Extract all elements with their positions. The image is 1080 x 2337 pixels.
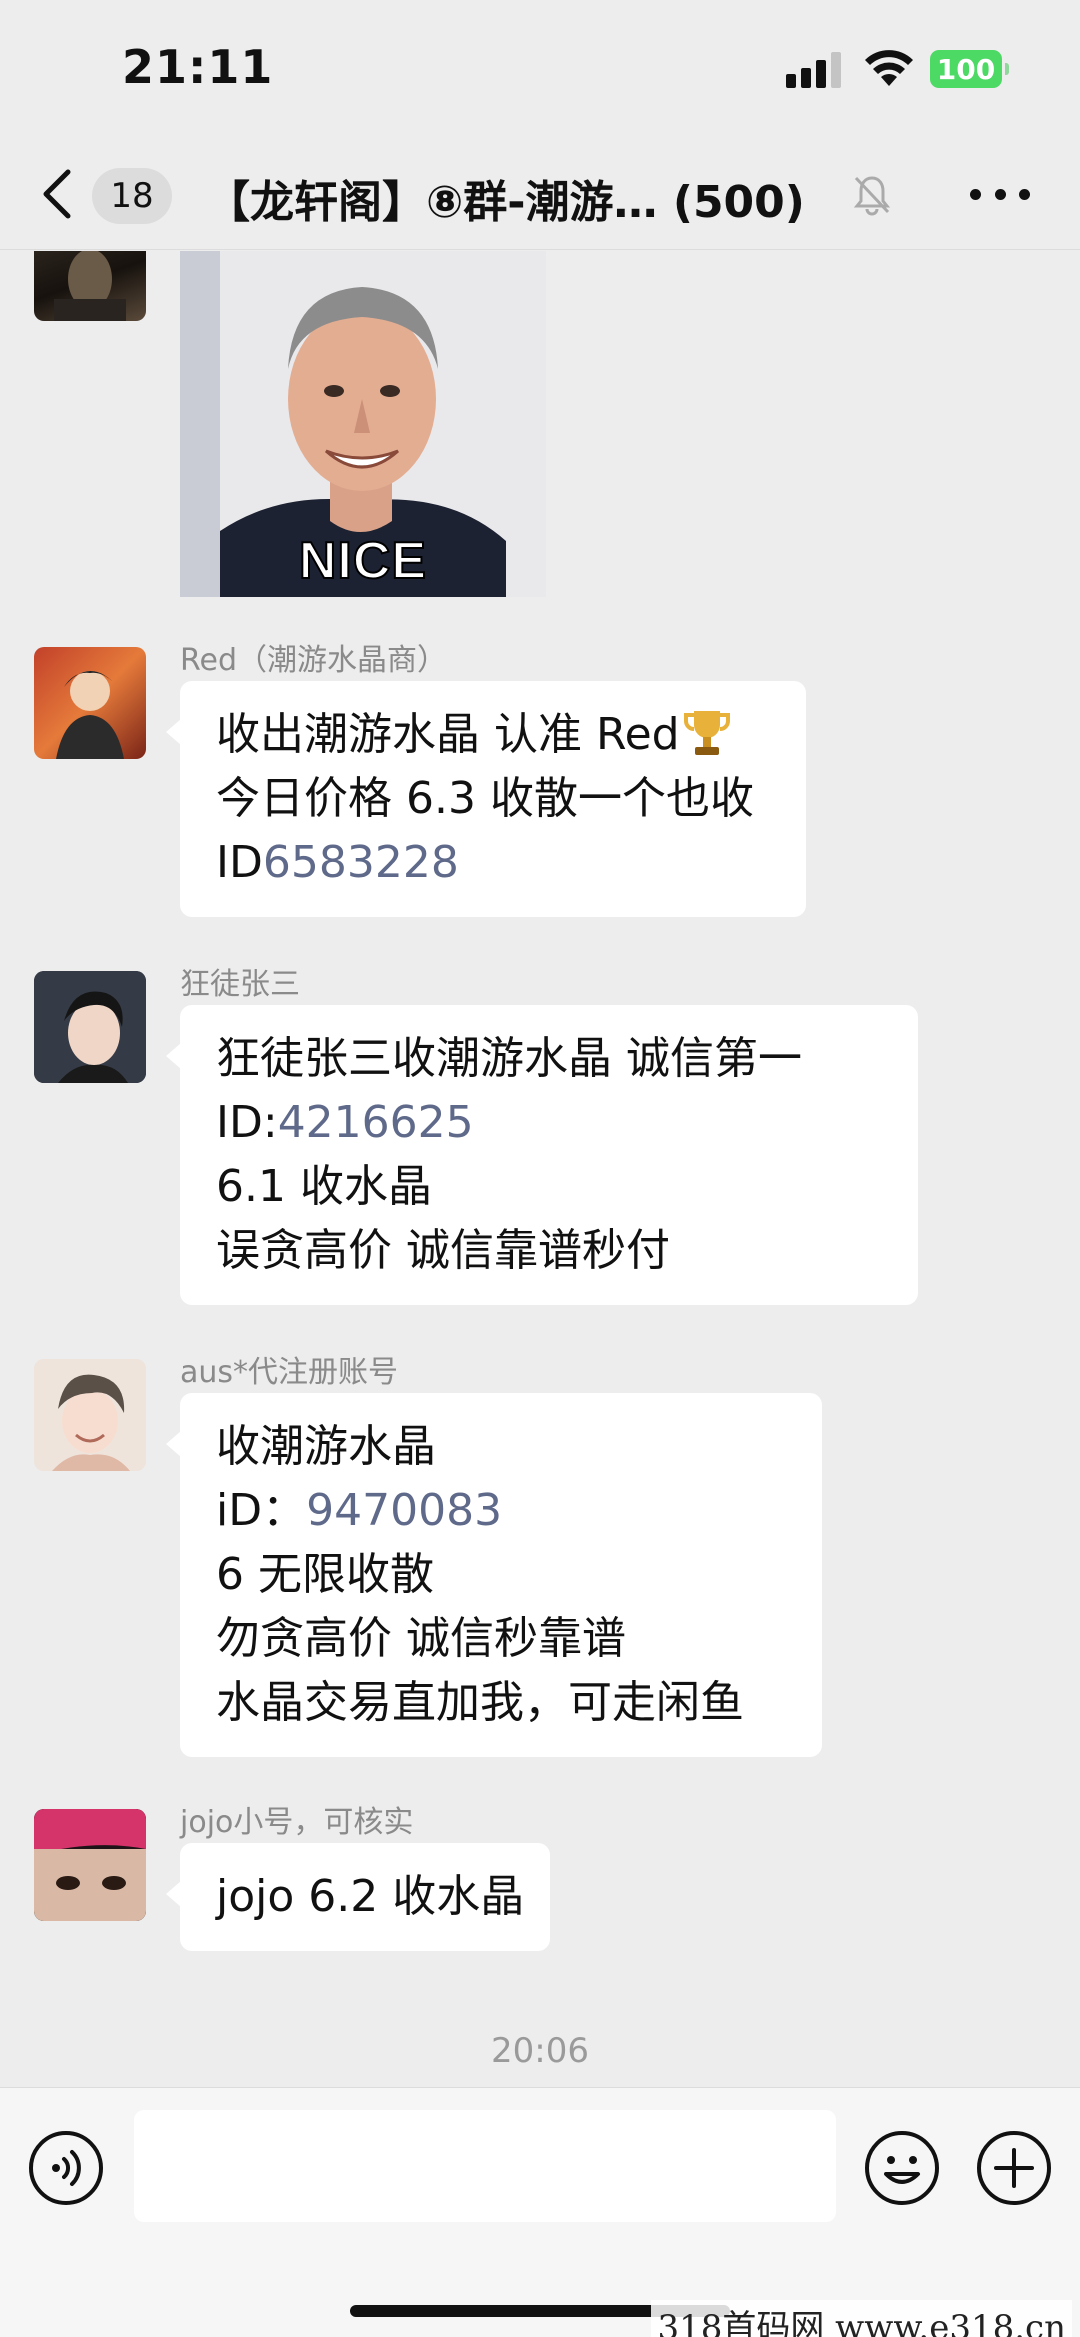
watermark: 318首码网 www.e318.cn	[651, 2300, 1072, 2337]
message-line: 狂徒张三收潮游水晶 诚信第一	[216, 1033, 802, 1084]
sender-name: Red（潮游水晶商）	[180, 643, 447, 678]
plus-circle-icon[interactable]	[974, 2128, 1054, 2208]
status-time: 21:11	[122, 40, 274, 94]
message-line: ID6583228	[216, 837, 459, 888]
voice-icon[interactable]	[26, 2128, 106, 2208]
user-id-link[interactable]: 4216625	[278, 1097, 474, 1148]
message-bubble[interactable]: jojo 6.2 收水晶	[166, 1843, 550, 1951]
avatar[interactable]	[34, 1359, 146, 1471]
user-id-link[interactable]: 9470083	[306, 1485, 502, 1536]
message-input[interactable]	[134, 2110, 836, 2222]
message-bubble[interactable]: 狂徒张三收潮游水晶 诚信第一 ID:4216625 6.1 收水晶 误贪高价 诚…	[166, 1005, 918, 1305]
emoji-icon[interactable]	[862, 2128, 942, 2208]
unread-count-badge[interactable]: 18	[92, 168, 172, 224]
sender-name: 狂徒张三	[180, 967, 300, 1002]
message-bubble[interactable]: 收潮游水晶 iD：9470083 6 无限收散 勿贪高价 诚信秒靠谱 水晶交易直…	[166, 1393, 822, 1757]
cellular-signal-icon	[786, 52, 842, 88]
meme-image[interactable]: NICE	[180, 251, 546, 597]
battery-indicator: 100	[930, 50, 1009, 88]
group-title[interactable]: 【龙轩阁】⑧群-潮游… (500)	[206, 166, 805, 230]
time-divider: 20:06	[491, 2031, 589, 2071]
chat-message-list[interactable]: NICE Red（潮游水晶商） 收出潮游水晶 认准 Red 今日价格 6.3 收…	[0, 251, 1080, 2087]
avatar[interactable]	[34, 971, 146, 1083]
message-line: jojo 6.2 收水晶	[216, 1871, 525, 1922]
message-line: ID:4216625	[216, 1097, 474, 1148]
message-line: 水晶交易直加我，可走闲鱼	[216, 1677, 744, 1728]
sender-name: jojo小号，可核实	[180, 1805, 414, 1840]
sender-name: aus*代注册账号	[180, 1355, 399, 1390]
avatar[interactable]	[34, 1809, 146, 1921]
message-bubble[interactable]: 收出潮游水晶 认准 Red 今日价格 6.3 收散一个也收 ID6583228	[166, 681, 806, 917]
avatar[interactable]	[34, 647, 146, 759]
message-line: 勿贪高价 诚信秒靠谱	[216, 1613, 626, 1664]
chevron-left-icon[interactable]	[38, 164, 78, 224]
bell-off-icon	[853, 176, 891, 216]
chat-header: 18 【龙轩阁】⑧群-潮游… (500)	[0, 140, 1080, 250]
message-line: 收潮游水晶	[216, 1421, 436, 1472]
avatar[interactable]	[34, 251, 146, 321]
meme-caption: NICE	[298, 531, 428, 591]
user-id-link[interactable]: 6583228	[263, 837, 459, 888]
wifi-icon	[865, 50, 913, 86]
message-line: iD：9470083	[216, 1485, 503, 1536]
message-line: 6 无限收散	[216, 1549, 434, 1600]
message-line: 收出潮游水晶 认准 Red	[216, 703, 770, 767]
message-line: 今日价格 6.3 收散一个也收	[216, 773, 754, 824]
more-dots-icon[interactable]	[970, 184, 1030, 204]
message-line: 误贪高价 诚信靠谱秒付	[216, 1225, 670, 1276]
trophy-icon	[683, 711, 730, 755]
message-line: 6.1 收水晶	[216, 1161, 432, 1212]
status-bar: 21:11 100	[0, 0, 1080, 140]
